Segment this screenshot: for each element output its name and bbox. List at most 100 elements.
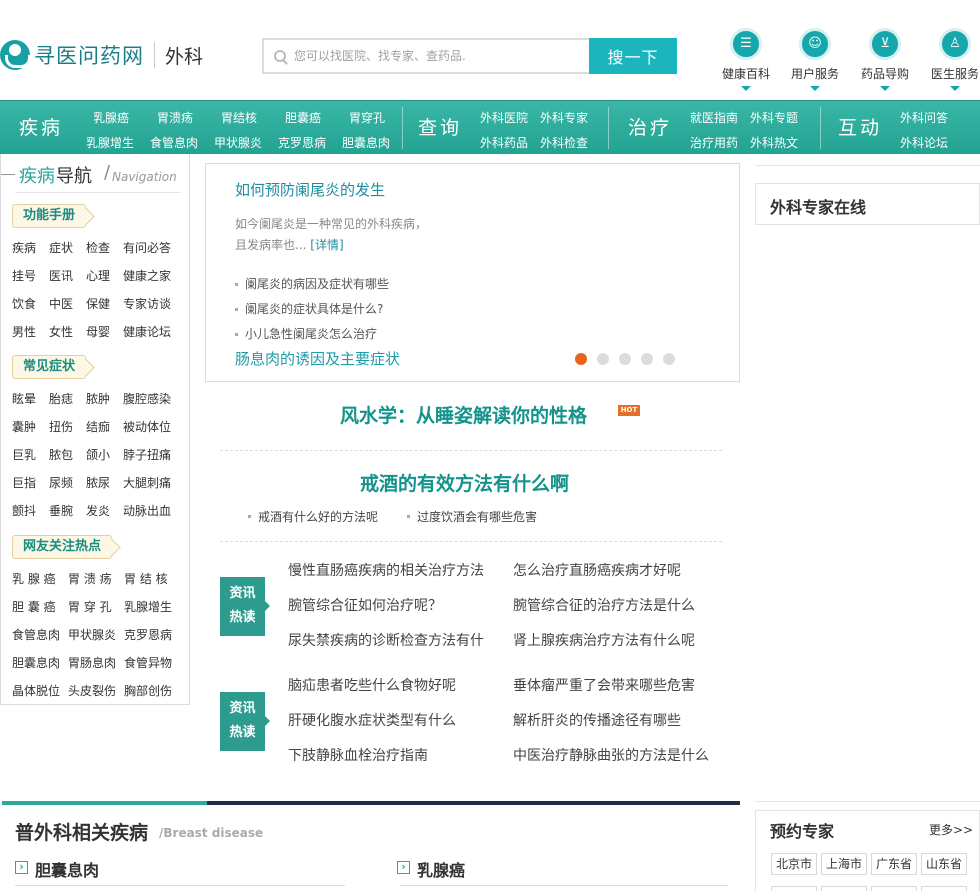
sidebar-link[interactable]: 胃 溃 疡 bbox=[68, 570, 112, 587]
nav-link[interactable]: 胃溃疡 bbox=[157, 109, 193, 126]
nav-link[interactable]: 甲状腺炎 bbox=[214, 134, 262, 151]
slider-dot-active[interactable] bbox=[575, 353, 587, 365]
slider-dot[interactable] bbox=[619, 353, 631, 365]
nav-link[interactable]: 外科热文 bbox=[750, 134, 798, 151]
sidebar-link[interactable]: 保健 bbox=[86, 295, 110, 312]
province-button[interactable] bbox=[921, 886, 967, 891]
headline-link[interactable]: 风水学：从睡姿解读你的性格 bbox=[340, 401, 587, 428]
nav-link[interactable]: 外科论坛 bbox=[900, 134, 948, 151]
sidebar-link[interactable]: 胃 结 核 bbox=[124, 570, 168, 587]
sidebar-link[interactable]: 健康之家 bbox=[123, 267, 171, 284]
sidebar-link[interactable]: 脓肿 bbox=[86, 390, 110, 407]
news-link[interactable]: 怎么治疗直肠癌疾病才好呢 bbox=[513, 560, 681, 580]
list-item[interactable]: 小儿急性阑尾炎怎么治疗 bbox=[235, 322, 389, 347]
sidebar-link[interactable]: 症状 bbox=[49, 239, 73, 256]
sidebar-link[interactable]: 挂号 bbox=[12, 267, 36, 284]
sub-link[interactable]: 过度饮酒会有哪些危害 bbox=[407, 508, 537, 525]
province-button[interactable]: 山东省 bbox=[921, 853, 968, 875]
news-link[interactable]: 解析肝炎的传播途径有哪些 bbox=[513, 710, 681, 730]
list-item[interactable]: 阑尾炎的病因及症状有哪些 bbox=[235, 272, 389, 297]
sidebar-link[interactable]: 脓尿 bbox=[86, 474, 110, 491]
sidebar-link[interactable]: 头皮裂伤 bbox=[68, 682, 116, 699]
news-link[interactable]: 肾上腺疾病治疗方法有什么呢 bbox=[513, 630, 695, 650]
sidebar-link[interactable]: 胆囊息肉 bbox=[12, 654, 60, 671]
sidebar-link[interactable]: 垂腕 bbox=[49, 502, 73, 519]
top-nav-doctor-service[interactable]: ♙ 医生服务 bbox=[921, 28, 980, 91]
news-link[interactable]: 脑疝患者吃些什么食物好呢 bbox=[288, 675, 456, 695]
news-link[interactable]: 中医治疗静脉曲张的方法是什么 bbox=[513, 745, 709, 765]
sidebar-link[interactable]: 检查 bbox=[86, 239, 110, 256]
sidebar-link[interactable]: 大腿刺痛 bbox=[123, 474, 171, 491]
sidebar-link[interactable]: 乳 腺 癌 bbox=[12, 570, 56, 587]
nav-link[interactable]: 外科专题 bbox=[750, 109, 798, 126]
sidebar-link[interactable]: 男性 bbox=[12, 323, 36, 340]
nav-link[interactable]: 食管息肉 bbox=[150, 134, 198, 151]
list-item[interactable]: 阑尾炎的症状具体是什么? bbox=[235, 297, 389, 322]
sidebar-link[interactable]: 囊肿 bbox=[12, 418, 36, 435]
sidebar-link[interactable]: 甲状腺炎 bbox=[68, 626, 116, 643]
sidebar-link[interactable]: 颌小 bbox=[86, 446, 110, 463]
sidebar-link[interactable]: 被动体位 bbox=[123, 418, 171, 435]
nav-link[interactable]: 外科问答 bbox=[900, 109, 948, 126]
province-button[interactable] bbox=[821, 886, 867, 891]
top-nav-health-wiki[interactable]: ☰ 健康百科 bbox=[712, 28, 780, 91]
nav-link[interactable]: 乳腺癌 bbox=[93, 109, 129, 126]
slider-caption[interactable]: 肠息肉的诱因及主要症状 bbox=[235, 348, 400, 369]
disease-heading[interactable]: 乳腺癌 bbox=[397, 857, 465, 881]
sidebar-link[interactable]: 克罗恩病 bbox=[124, 626, 172, 643]
province-button[interactable] bbox=[871, 886, 917, 891]
nav-link[interactable]: 胆囊癌 bbox=[285, 109, 321, 126]
nav-link[interactable]: 胃结核 bbox=[221, 109, 257, 126]
sub-link[interactable]: 戒酒有什么好的方法呢 bbox=[248, 508, 378, 525]
sidebar-link[interactable]: 脓包 bbox=[49, 446, 73, 463]
search-button[interactable]: 搜一下 bbox=[589, 38, 677, 74]
nav-link[interactable]: 治疗用药 bbox=[690, 134, 738, 151]
sidebar-link[interactable]: 发炎 bbox=[86, 502, 110, 519]
sidebar-link[interactable]: 母婴 bbox=[86, 323, 110, 340]
details-link[interactable]: [详情] bbox=[310, 238, 343, 252]
slider-dot[interactable] bbox=[597, 353, 609, 365]
nav-link[interactable]: 外科药品 bbox=[480, 134, 528, 151]
slider-dot[interactable] bbox=[641, 353, 653, 365]
sidebar-link[interactable]: 饮食 bbox=[12, 295, 36, 312]
news-link[interactable]: 腕管综合征如何治疗呢？ bbox=[288, 595, 442, 615]
sidebar-link[interactable]: 专家访谈 bbox=[123, 295, 171, 312]
sidebar-link[interactable]: 颤抖 bbox=[12, 502, 36, 519]
slider-title[interactable]: 如何预防阑尾炎的发生 bbox=[235, 179, 385, 200]
nav-title-interact[interactable]: 互动 bbox=[838, 101, 882, 155]
sidebar-link[interactable]: 疾病 bbox=[12, 239, 36, 256]
sidebar-link[interactable]: 脖子扭痛 bbox=[123, 446, 171, 463]
sidebar-link[interactable]: 中医 bbox=[49, 295, 73, 312]
sidebar-link[interactable]: 食管异物 bbox=[124, 654, 172, 671]
province-button[interactable]: 上海市 bbox=[821, 853, 868, 875]
news-link[interactable]: 下肢静脉血栓治疗指南 bbox=[288, 745, 428, 765]
sidebar-link[interactable]: 乳腺增生 bbox=[124, 598, 172, 615]
nav-link[interactable]: 外科专家 bbox=[540, 109, 588, 126]
news-link[interactable]: 慢性直肠癌疾病的相关治疗方法 bbox=[288, 560, 484, 580]
top-nav-drug-guide[interactable]: ⊻ 药品导购 bbox=[851, 28, 919, 91]
more-link[interactable]: 更多>> bbox=[929, 821, 973, 838]
nav-link[interactable]: 外科检查 bbox=[540, 134, 588, 151]
nav-link[interactable]: 外科医院 bbox=[480, 109, 528, 126]
nav-link[interactable]: 乳腺增生 bbox=[86, 134, 134, 151]
nav-title-query[interactable]: 查询 bbox=[418, 101, 462, 155]
sidebar-link[interactable]: 巨指 bbox=[12, 474, 36, 491]
sidebar-link[interactable]: 心理 bbox=[86, 267, 110, 284]
sidebar-link[interactable]: 医讯 bbox=[49, 267, 73, 284]
nav-title-treatment[interactable]: 治疗 bbox=[628, 101, 672, 155]
sidebar-link[interactable]: 女性 bbox=[49, 323, 73, 340]
disease-heading[interactable]: 胆囊息肉 bbox=[15, 857, 99, 881]
sidebar-link[interactable]: 食管息肉 bbox=[12, 626, 60, 643]
nav-link[interactable]: 克罗恩病 bbox=[278, 134, 326, 151]
news-link[interactable]: 肝硬化腹水症状类型有什么 bbox=[288, 710, 456, 730]
sidebar-link[interactable]: 扭伤 bbox=[49, 418, 73, 435]
sidebar-link[interactable]: 眩晕 bbox=[12, 390, 36, 407]
sidebar-link[interactable]: 胃 穿 孔 bbox=[68, 598, 112, 615]
nav-link[interactable]: 胃穿孔 bbox=[349, 109, 385, 126]
sidebar-link[interactable]: 有问必答 bbox=[123, 239, 171, 256]
headline-link[interactable]: 戒酒的有效方法有什么啊 bbox=[360, 469, 569, 496]
sidebar-link[interactable]: 胃肠息肉 bbox=[68, 654, 116, 671]
sidebar-link[interactable]: 巨乳 bbox=[12, 446, 36, 463]
province-button[interactable]: 广东省 bbox=[871, 853, 918, 875]
search-input[interactable] bbox=[294, 49, 574, 63]
